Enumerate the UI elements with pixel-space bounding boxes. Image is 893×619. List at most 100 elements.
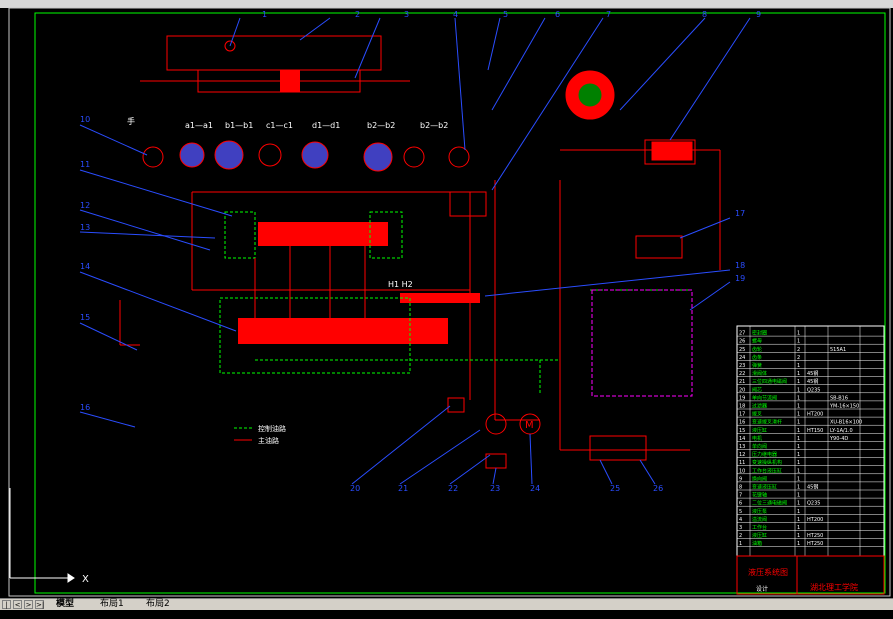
table-cell: YM-16×150 bbox=[829, 404, 859, 410]
svg-text:13: 13 bbox=[80, 223, 90, 232]
table-cell: 三位四通电磁阀 bbox=[752, 378, 787, 385]
table-cell: Y90-4D bbox=[829, 436, 848, 442]
table-cell: 1 bbox=[797, 395, 800, 401]
table-cell: 1 bbox=[797, 460, 800, 466]
svg-text:26: 26 bbox=[653, 484, 663, 493]
drawing-canvas[interactable]: X M a1—a1 b1—b1 c1—c1 d1—d1 b2—b2 b2—b2 … bbox=[0, 0, 893, 598]
table-cell: 1 bbox=[797, 371, 800, 377]
spool-valve-upper bbox=[224, 211, 403, 259]
table-cell: 1 bbox=[797, 452, 800, 458]
table-cell: 液压缸 bbox=[752, 427, 767, 434]
table-cell: 过滤器 bbox=[752, 403, 767, 410]
table-cell: 1 bbox=[797, 404, 800, 410]
table-cell: 15 bbox=[739, 428, 745, 434]
table-cell: 9 bbox=[739, 476, 742, 482]
table-cell: 27 bbox=[739, 331, 745, 337]
table-cell: 12 bbox=[739, 452, 745, 458]
svg-text:18: 18 bbox=[735, 261, 745, 270]
table-cell: 1 bbox=[797, 379, 800, 385]
table-cell: 5 bbox=[739, 509, 742, 515]
table-cell: 1 bbox=[797, 493, 800, 499]
svg-text:10: 10 bbox=[80, 115, 90, 124]
table-cell: HT200 bbox=[807, 412, 823, 418]
next-tab-icon[interactable]: > bbox=[24, 600, 33, 609]
table-cell: 1 bbox=[797, 331, 800, 337]
table-cell: 4 bbox=[739, 517, 742, 523]
table-cell: 二位三通电磁阀 bbox=[752, 500, 787, 507]
table-cell: 1 bbox=[797, 476, 800, 482]
table-cell: 45钢 bbox=[807, 370, 818, 377]
table-cell: HT250 bbox=[807, 533, 823, 539]
drawing-name: 液压系统图 bbox=[748, 567, 788, 577]
svg-text:19: 19 bbox=[735, 274, 745, 283]
svg-text:5: 5 bbox=[503, 10, 508, 19]
svg-text:手: 手 bbox=[127, 116, 135, 126]
table-cell: 工作台液压缸 bbox=[752, 467, 782, 474]
table-cell: 拨叉 bbox=[752, 411, 762, 418]
svg-text:21: 21 bbox=[398, 484, 408, 493]
table-cell: Q235 bbox=[807, 501, 820, 507]
tab-model[interactable]: 模型 bbox=[56, 599, 74, 610]
table-cell: 螺母 bbox=[752, 338, 762, 345]
table-cell: 1 bbox=[797, 412, 800, 418]
table-cell: 2 bbox=[797, 355, 800, 361]
svg-text:12: 12 bbox=[80, 201, 90, 210]
table-cell: 1 bbox=[797, 517, 800, 523]
drawn-by: 设计 bbox=[756, 585, 768, 593]
table-cell: 变速液压缸 bbox=[752, 484, 777, 491]
table-cell: 20 bbox=[739, 387, 745, 393]
svg-text:主油路: 主油路 bbox=[258, 436, 279, 445]
svg-text:6: 6 bbox=[555, 10, 560, 19]
table-cell: 1 bbox=[797, 509, 800, 515]
table-cell: 阀芯 bbox=[752, 386, 762, 393]
table-cell: Q235 bbox=[807, 387, 820, 393]
svg-text:2: 2 bbox=[355, 10, 360, 19]
svg-text:3: 3 bbox=[404, 10, 409, 19]
table-cell: 1 bbox=[797, 428, 800, 434]
table-cell: 1 bbox=[797, 387, 800, 393]
spool-valve-lower bbox=[219, 293, 480, 374]
table-cell: 2 bbox=[797, 347, 800, 353]
table-cell: 压力继电器 bbox=[752, 451, 777, 458]
company-name: 湖北理工学院 bbox=[810, 582, 858, 592]
table-cell: 1 bbox=[797, 541, 800, 547]
table-cell: 8 bbox=[739, 485, 742, 491]
table-cell: 电机 bbox=[752, 435, 762, 442]
last-tab-icon[interactable]: >| bbox=[35, 600, 44, 609]
svg-text:8: 8 bbox=[702, 10, 707, 19]
svg-text:a1—a1: a1—a1 bbox=[185, 121, 213, 130]
callout-numbers: 1 2 3 4 5 6 7 8 9 10 11 12 13 14 15 16 1… bbox=[80, 10, 761, 493]
table-cell: 1 bbox=[739, 541, 742, 547]
svg-text:11: 11 bbox=[80, 160, 90, 169]
cad-window: X M a1—a1 b1—b1 c1—c1 d1—d1 b2—b2 b2—b2 … bbox=[0, 0, 893, 618]
parts-list-rows: 27 密封圈 126 螺母 125 齿轮 2 515A124 齿条 223 弹簧 122 滑阀体 1 45钢… bbox=[737, 326, 884, 556]
tab-layout1[interactable]: 布局1 bbox=[100, 599, 124, 610]
first-tab-icon[interactable]: |< bbox=[2, 600, 11, 618]
table-cell: HT150 bbox=[807, 428, 823, 434]
table-cell: 6 bbox=[739, 501, 742, 507]
svg-text:H1 H2: H1 H2 bbox=[388, 280, 413, 289]
prev-tab-icon[interactable]: < bbox=[13, 600, 22, 609]
tab-layout2[interactable]: 布局2 bbox=[146, 599, 170, 610]
table-cell: HT250 bbox=[807, 541, 823, 547]
section-labels: a1—a1 b1—b1 c1—c1 d1—d1 b2—b2 b2—b2 手 H1… bbox=[127, 116, 448, 289]
table-cell: 45钢 bbox=[807, 378, 818, 385]
svg-text:23: 23 bbox=[490, 484, 500, 493]
table-cell: 16 bbox=[739, 420, 745, 426]
table-cell: 14 bbox=[739, 436, 745, 442]
svg-text:4: 4 bbox=[453, 10, 458, 19]
table-cell: 23 bbox=[739, 363, 745, 369]
table-cell: 弹簧 bbox=[752, 362, 762, 369]
table-cell: 齿条 bbox=[752, 354, 762, 361]
table-cell: 1 bbox=[797, 339, 800, 345]
table-cell: 溢流阀 bbox=[752, 516, 767, 523]
svg-text:控制油路: 控制油路 bbox=[258, 424, 286, 433]
svg-text:16: 16 bbox=[80, 403, 90, 412]
table-cell: 1 bbox=[797, 468, 800, 474]
table-cell: 18 bbox=[739, 404, 745, 410]
table-cell: 13 bbox=[739, 444, 745, 450]
table-cell: 1 bbox=[797, 501, 800, 507]
table-cell: 1 bbox=[797, 525, 800, 531]
relief-valve-box bbox=[591, 289, 693, 397]
table-cell: 1 bbox=[797, 363, 800, 369]
